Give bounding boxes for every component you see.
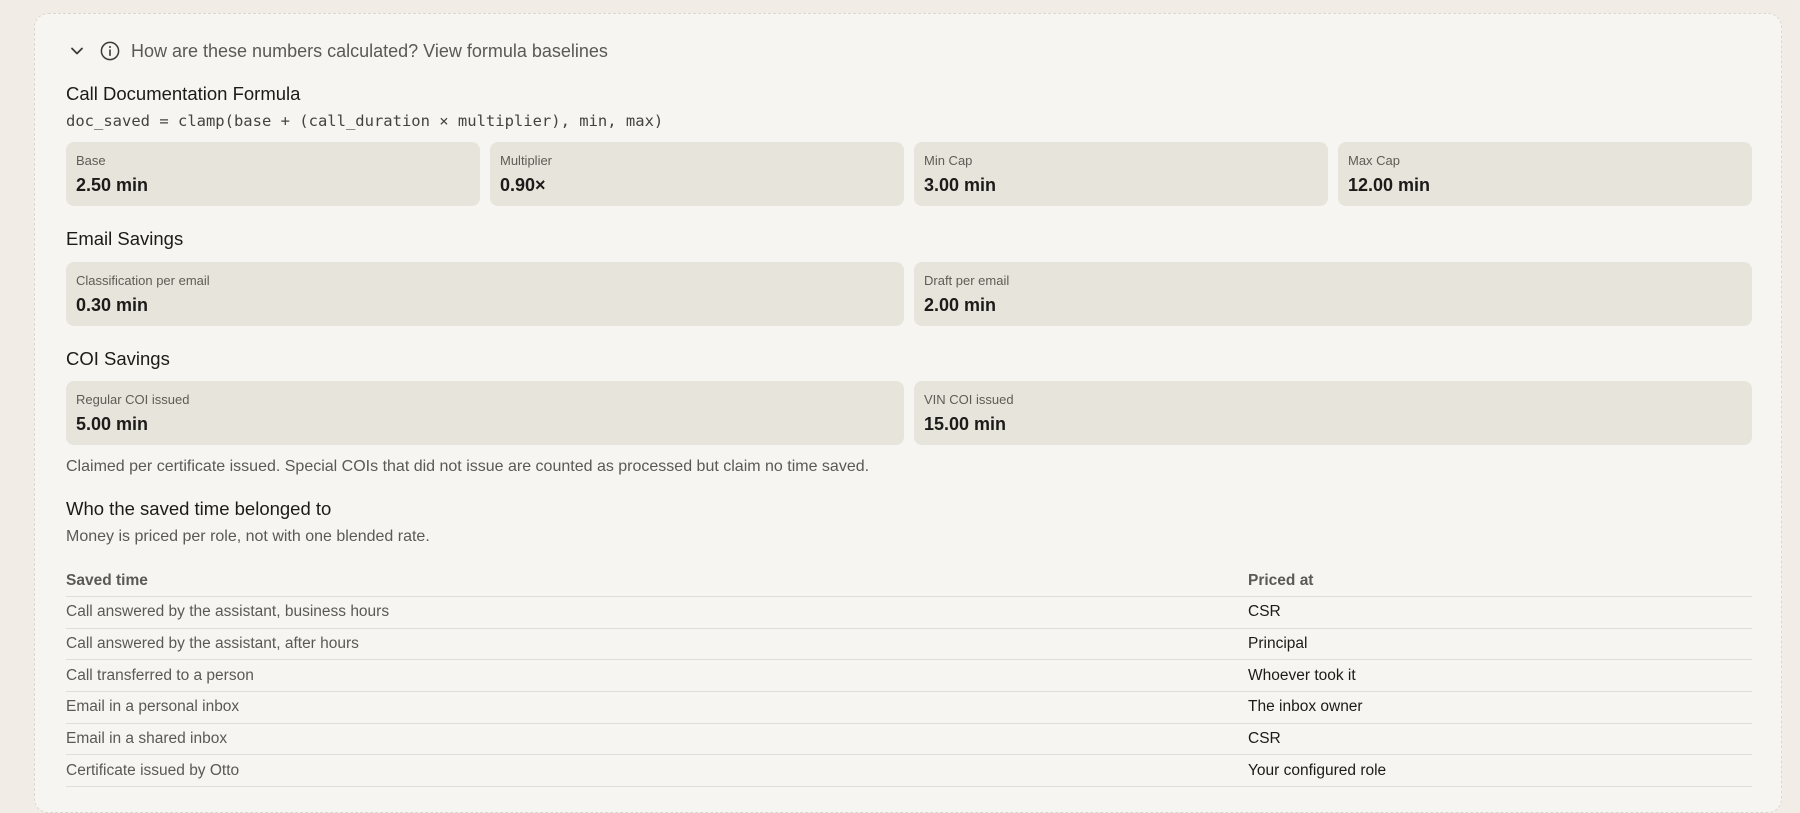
card-label: Classification per email <box>76 273 210 288</box>
card-label: Base <box>76 153 106 168</box>
draft-card: Draft per email 2.00 min <box>914 262 1752 326</box>
card-label: Draft per email <box>924 273 1010 288</box>
info-icon <box>100 41 120 61</box>
formula-baselines-panel: How are these numbers calculated? View f… <box>34 13 1782 813</box>
roles-table: Saved time Priced at Call answered by th… <box>66 565 1752 788</box>
priced-at-cell: Your configured role <box>1248 761 1387 779</box>
saved-time-cell: Certificate issued by Otto <box>66 761 240 779</box>
priced-at-cell: Whoever took it <box>1248 666 1356 684</box>
priced-at-cell: The inbox owner <box>1248 698 1363 716</box>
card-label: VIN COI issued <box>924 392 1014 407</box>
chevron-down-icon <box>71 47 83 55</box>
saved-time-cell: Email in a shared inbox <box>66 730 228 748</box>
card-label: Regular COI issued <box>76 392 190 407</box>
header-saved-time: Saved time <box>66 571 148 589</box>
call-doc-cards: Base 2.50 min Multiplier 0.90× Min Cap 3… <box>66 142 1752 206</box>
roles-title: Who the saved time belonged to <box>66 498 332 519</box>
formula-baselines-toggle[interactable]: How are these numbers calculated? View f… <box>66 36 608 66</box>
coi-cards: Regular COI issued 5.00 min VIN COI issu… <box>66 381 1752 445</box>
email-savings-title: Email Savings <box>66 228 184 249</box>
roles-subtitle: Money is priced per role, not with one b… <box>66 528 430 545</box>
call-doc-formula: doc_saved = clamp(base + (call_duration … <box>66 112 664 130</box>
card-value: 2.00 min <box>924 295 997 315</box>
priced-at-cell: CSR <box>1248 730 1281 748</box>
card-label: Min Cap <box>924 153 973 168</box>
card-value: 3.00 min <box>924 175 997 195</box>
card-value: 2.50 min <box>76 175 149 195</box>
multiplier-card: Multiplier 0.90× <box>490 142 904 206</box>
card-value: 0.90× <box>500 175 546 195</box>
card-value: 0.30 min <box>76 295 149 315</box>
saved-time-cell: Call answered by the assistant, after ho… <box>66 635 359 653</box>
card-value: 5.00 min <box>76 414 149 434</box>
coi-note: Claimed per certificate issued. Special … <box>66 458 870 475</box>
regular-coi-card: Regular COI issued 5.00 min <box>66 381 904 445</box>
table-header: Saved time Priced at <box>66 565 1752 597</box>
card-label: Max Cap <box>1348 153 1401 168</box>
coi-savings-title: COI Savings <box>66 348 170 369</box>
table-row: Call transferred to a person Whoever too… <box>66 660 1752 693</box>
priced-at-cell: CSR <box>1248 603 1281 621</box>
table-row: Call answered by the assistant, business… <box>66 597 1752 629</box>
vin-coi-card: VIN COI issued 15.00 min <box>914 381 1752 445</box>
saved-time-cell: Call answered by the assistant, business… <box>66 603 390 621</box>
min-cap-card: Min Cap 3.00 min <box>914 142 1328 206</box>
saved-time-cell: Email in a personal inbox <box>66 698 240 716</box>
email-cards: Classification per email 0.30 min Draft … <box>66 262 1752 326</box>
header-priced-at: Priced at <box>1248 571 1314 589</box>
table-row: Call answered by the assistant, after ho… <box>66 629 1752 661</box>
classification-card: Classification per email 0.30 min <box>66 262 904 326</box>
toggle-label: How are these numbers calculated? View f… <box>131 40 608 61</box>
card-label: Multiplier <box>500 153 553 168</box>
max-cap-card: Max Cap 12.00 min <box>1338 142 1752 206</box>
table-row: Email in a personal inbox The inbox owne… <box>66 692 1752 724</box>
card-value: 15.00 min <box>924 414 1007 434</box>
saved-time-cell: Call transferred to a person <box>66 666 254 684</box>
base-card: Base 2.50 min <box>66 142 480 206</box>
call-doc-title: Call Documentation Formula <box>66 83 301 104</box>
card-value: 12.00 min <box>1348 175 1431 195</box>
table-row: Certificate issued by Otto Your configur… <box>66 755 1752 788</box>
priced-at-cell: Principal <box>1248 635 1308 653</box>
table-row: Email in a shared inbox CSR <box>66 724 1752 756</box>
